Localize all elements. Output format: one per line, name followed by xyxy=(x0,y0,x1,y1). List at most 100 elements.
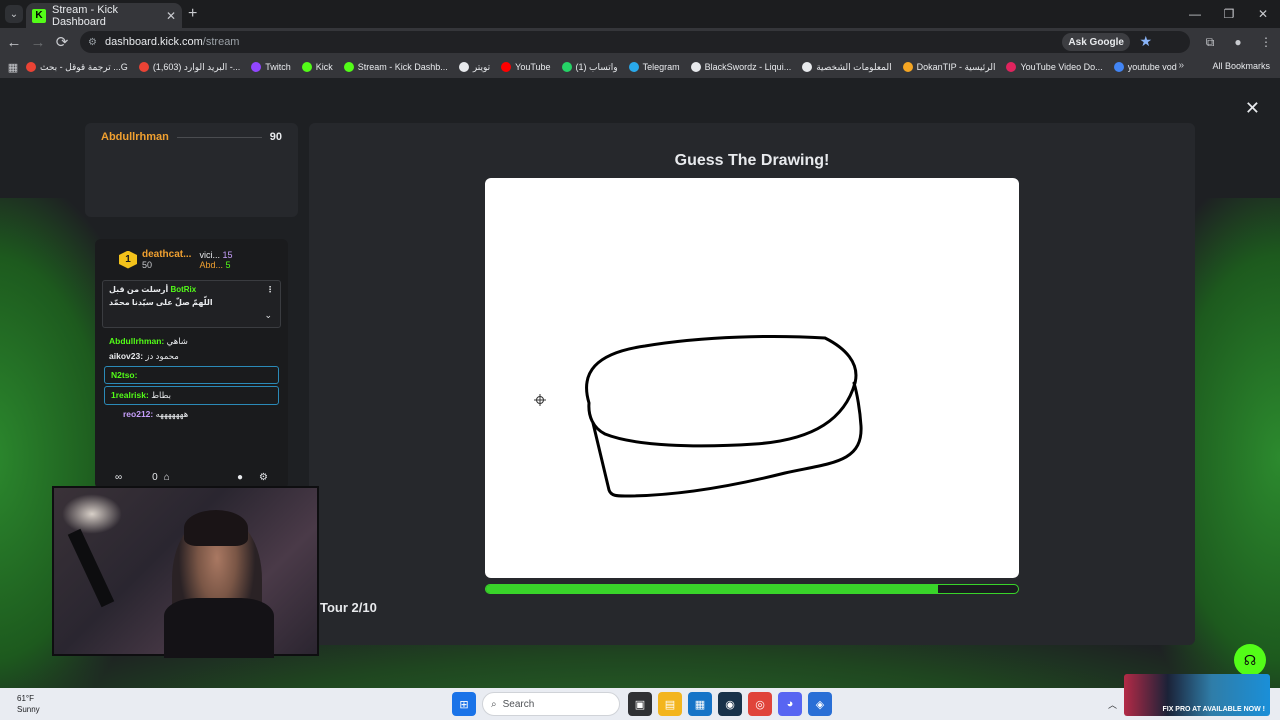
close-window-button[interactable]: ✕ xyxy=(1246,0,1280,28)
ask-google-label: Ask Google xyxy=(1068,36,1124,48)
bookmark-item[interactable]: واتساب (1) xyxy=(561,62,618,73)
round-timer-fill xyxy=(486,585,939,593)
webcam-streamer-hair xyxy=(184,510,248,546)
leaderboard-score: 90 xyxy=(269,131,282,143)
leaderboard-name: Abdullrhman xyxy=(101,131,169,143)
windows-taskbar: 61°F Sunny ⊞ ⌕ Search ▣ ▤ ▦ ◉ ◎ ◕ ◈ ︿ FI… xyxy=(0,674,1280,720)
drawing-stroke-top xyxy=(585,335,858,448)
discord-icon[interactable]: ◕ xyxy=(778,692,802,716)
bookmark-item[interactable]: Kick xyxy=(301,62,333,72)
infinity-icon[interactable]: ∞ xyxy=(115,472,122,483)
kebab-icon[interactable]: ⋮ xyxy=(266,285,274,294)
pinned-by-label: أرسلت من قبل xyxy=(109,285,169,294)
chat-footer: ∞ 0 ⌂ ● ⚙ xyxy=(95,472,288,483)
bookmark-item[interactable]: YouTube Video Do... xyxy=(1006,62,1103,72)
chat-runners-up: vici... 15 Abd... 5 xyxy=(199,250,232,270)
bookmark-item[interactable]: BlackSwordz - Liqui... xyxy=(690,62,791,72)
bookmark-item[interactable]: Stream - Kick Dashb... xyxy=(343,62,448,72)
forward-button[interactable]: → xyxy=(26,34,50,51)
drawing-svg xyxy=(534,335,863,498)
bookmark-item[interactable]: youtube vod xyxy=(1113,62,1177,72)
game-panel: Guess The Drawing! Tour 2/10 xyxy=(309,123,1195,645)
round-counter: Tour 2/10 xyxy=(320,600,377,615)
bookmark-item[interactable]: ترجمة قوقل - بحث ...G xyxy=(26,62,128,73)
ask-google-button[interactable]: Ask Google xyxy=(1062,33,1130,51)
tab-title: Stream - Kick Dashboard xyxy=(52,3,119,28)
bookmark-item[interactable]: Telegram xyxy=(628,62,680,72)
bookmarks-bar: ▦ ترجمة قوقل - بحث ...G (1,603) البريد ا… xyxy=(0,56,1280,78)
cursor-crosshair-icon xyxy=(534,394,546,406)
file-explorer-icon[interactable]: ▤ xyxy=(658,692,682,716)
extensions-icon[interactable]: ⧉ xyxy=(1196,35,1224,50)
bookmarks-overflow-icon[interactable]: » xyxy=(1178,60,1184,71)
pinned-user: BotRix xyxy=(170,285,197,294)
chat-overlay: 1 deathcat... 50 vici... 15 Abd... 5 أرس… xyxy=(95,239,288,489)
settings-gear-icon[interactable]: ⚙ xyxy=(259,472,268,483)
chat-bubble-icon[interactable]: ● xyxy=(237,472,243,483)
bookmark-item[interactable]: المعلومات الشخصية xyxy=(802,62,892,73)
leaderboard-card: Abdullrhman 90 xyxy=(85,123,298,217)
weather-desc: Sunny xyxy=(17,705,40,714)
steam-icon[interactable]: ◉ xyxy=(718,692,742,716)
task-view-icon[interactable]: ▣ xyxy=(628,692,652,716)
promo-text: FIX PRO AT AVAILABLE NOW ! xyxy=(1162,706,1265,713)
tab-close-icon[interactable]: ✕ xyxy=(166,9,176,23)
system-tray: ︿ FIX PRO AT AVAILABLE NOW ! xyxy=(1100,674,1280,720)
runner-up-score: 5 xyxy=(225,259,231,270)
bookmark-item[interactable]: Twitch xyxy=(251,62,291,72)
chat-message: N2tso: xyxy=(104,366,279,384)
url-field[interactable]: ⚙ dashboard.kick.com /stream Ask Google … xyxy=(80,31,1190,53)
leaderboard-divider xyxy=(176,136,262,138)
webcam-overlay xyxy=(52,486,319,658)
address-bar: ← → ⟳ ⚙ dashboard.kick.com /stream Ask G… xyxy=(0,28,1280,56)
back-button[interactable]: ← xyxy=(2,34,26,51)
store-app-icon[interactable]: ▦ xyxy=(688,692,712,716)
browser-tab-bar: ⌄ K Stream - Kick Dashboard ✕ + — ❐ ✕ xyxy=(0,0,1280,28)
search-icon: ⌕ xyxy=(491,698,497,710)
chrome-icon[interactable]: ◎ xyxy=(748,692,772,716)
chat-leader-score: 50 xyxy=(142,260,153,270)
new-tab-button[interactable]: + xyxy=(188,5,197,23)
menu-kebab-icon[interactable]: ⋮ xyxy=(1252,35,1280,49)
chevron-down-icon[interactable]: ⌄ xyxy=(264,310,272,321)
bookmark-star-icon[interactable]: ★ xyxy=(1139,33,1152,50)
weather-widget[interactable]: 61°F Sunny xyxy=(17,693,40,715)
minimize-button[interactable]: — xyxy=(1178,0,1212,28)
browser-tab[interactable]: K Stream - Kick Dashboard ✕ xyxy=(26,3,182,28)
all-bookmarks-button[interactable]: All Bookmarks xyxy=(1212,61,1270,71)
url-path: /stream xyxy=(202,36,240,48)
page-content: ✕ Abdullrhman 90 Guess The Drawing! Tour… xyxy=(0,78,1280,688)
app-icon[interactable]: ◈ xyxy=(808,692,832,716)
chat-leader: deathcat... 50 xyxy=(142,249,191,270)
reload-button[interactable]: ⟳ xyxy=(50,33,74,51)
taskbar-search[interactable]: ⌕ Search xyxy=(482,692,620,716)
bookmark-item[interactable]: تويتر xyxy=(458,62,490,73)
profile-avatar[interactable]: ● xyxy=(1224,35,1252,49)
bookmark-item[interactable]: YouTube xyxy=(501,62,551,72)
bookmark-item[interactable]: DokanTIP - الرئيسية xyxy=(902,62,995,73)
drawing-canvas[interactable] xyxy=(485,178,1019,578)
bookmark-item[interactable]: (1,603) البريد الوارد -... xyxy=(138,62,240,73)
drawing-stroke-side xyxy=(591,381,863,498)
store-icon[interactable]: ⌂ xyxy=(164,472,170,483)
kick-favicon-icon: K xyxy=(32,8,46,23)
webcam-light xyxy=(62,494,122,534)
site-info-icon[interactable]: ⚙ xyxy=(88,37,97,48)
tab-search-icon[interactable]: ⌄ xyxy=(5,5,23,23)
runner-up-name: vici... xyxy=(199,249,220,260)
promo-banner: FIX PRO AT AVAILABLE NOW ! xyxy=(1124,674,1270,716)
game-title: Guess The Drawing! xyxy=(674,152,830,169)
extension-icons: ⧉ ● ⋮ xyxy=(1196,28,1280,56)
taskbar-apps: ⊞ ⌕ Search ▣ ▤ ▦ ◉ ◎ ◕ ◈ xyxy=(452,692,838,716)
support-headset-button[interactable]: ☊ xyxy=(1234,644,1266,676)
pinned-text: اللّهمّ صلّ على سيّدنا محمّد xyxy=(109,298,213,307)
pinned-message[interactable]: أرسلت من قبل BotRix ⋮ اللّهمّ صلّ على سي… xyxy=(102,280,281,328)
round-timer-bar xyxy=(485,584,1019,594)
apps-grid-icon[interactable]: ▦ xyxy=(0,61,26,74)
chat-message: Abdullrhman: شاهي xyxy=(109,336,188,346)
maximize-button[interactable]: ❐ xyxy=(1212,0,1246,28)
close-game-icon[interactable]: ✕ xyxy=(1245,98,1260,119)
window-controls: — ❐ ✕ xyxy=(1178,0,1280,28)
windows-start-icon[interactable]: ⊞ xyxy=(452,692,476,716)
tray-overflow-icon[interactable]: ︿ xyxy=(1108,698,1117,711)
